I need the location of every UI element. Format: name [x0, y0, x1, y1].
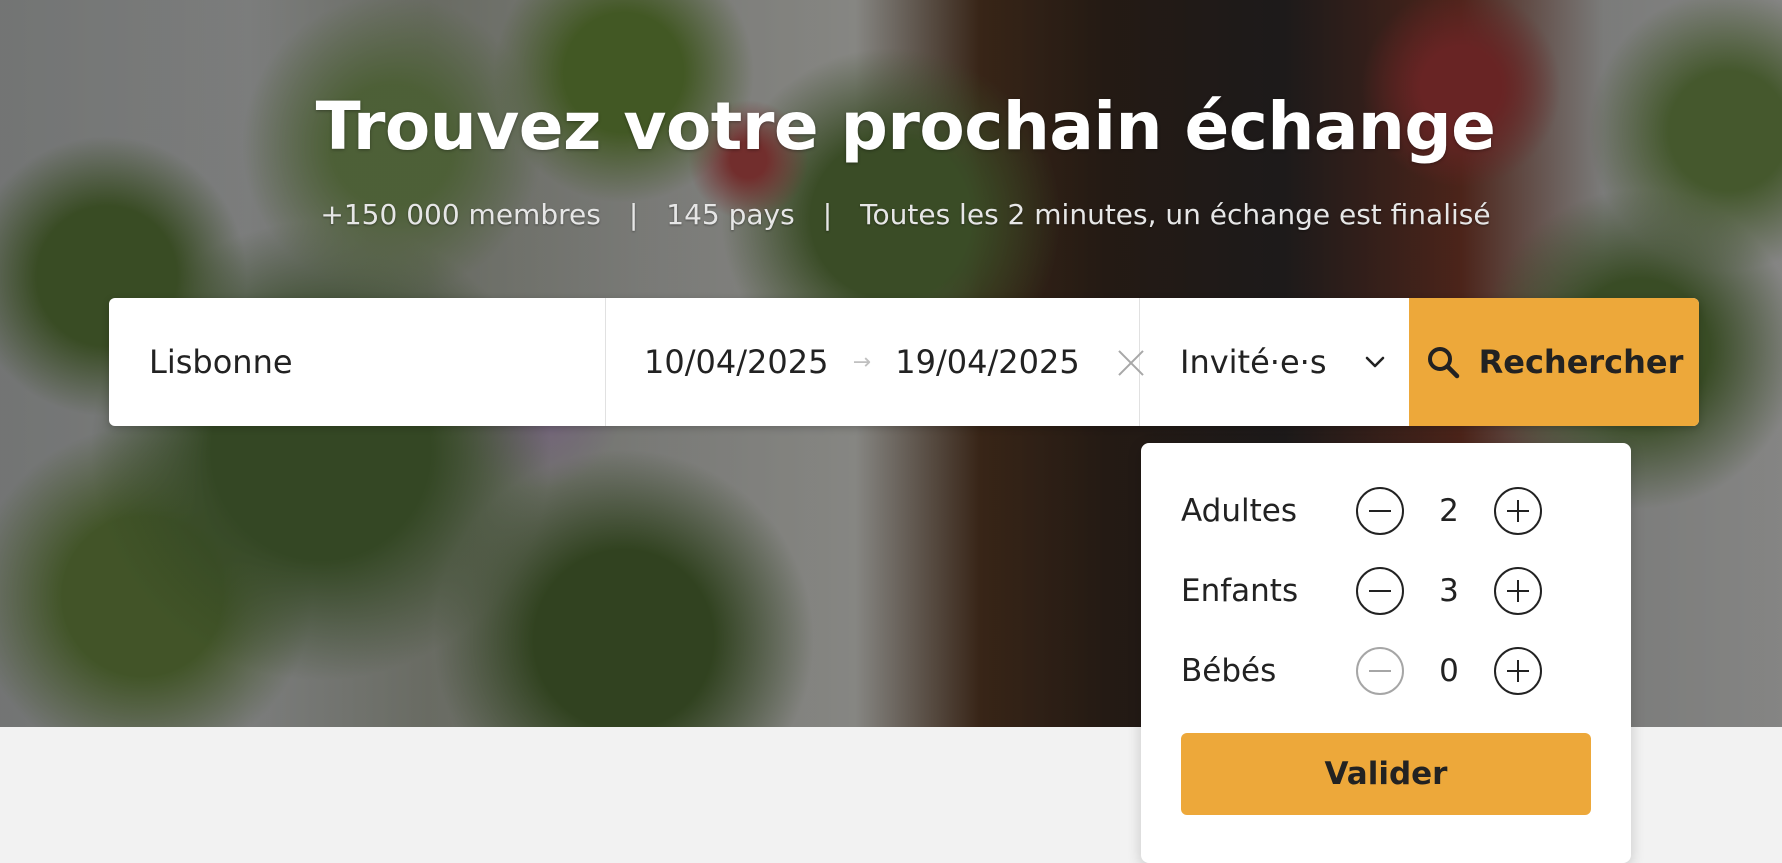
end-date[interactable]: 19/04/2025	[895, 343, 1079, 381]
guest-label-children: Enfants	[1181, 573, 1299, 609]
stat-exchange-rate: Toutes les 2 minutes, un échange est fin…	[860, 198, 1491, 231]
babies-increment-button[interactable]	[1494, 647, 1542, 695]
guest-row-babies: Bébés 0	[1181, 643, 1591, 699]
children-count: 3	[1439, 573, 1459, 609]
destination-value: Lisbonne	[149, 343, 293, 381]
guest-row-adults: Adultes 2	[1181, 483, 1591, 539]
adults-decrement-button[interactable]	[1356, 487, 1404, 535]
guests-dropdown[interactable]: Invité·e·s	[1140, 298, 1409, 426]
search-icon	[1427, 347, 1459, 379]
clear-dates-icon[interactable]	[1114, 345, 1139, 379]
chevron-down-icon	[1366, 356, 1385, 368]
adults-increment-button[interactable]	[1494, 487, 1542, 535]
hero-title: Trouvez votre prochain échange	[315, 88, 1496, 165]
stat-separator: |	[822, 198, 833, 231]
guest-label-adults: Adultes	[1181, 493, 1297, 529]
guests-label: Invité·e·s	[1180, 343, 1327, 381]
stat-separator: |	[628, 198, 639, 231]
children-increment-button[interactable]	[1494, 567, 1542, 615]
date-range-picker[interactable]: 10/04/2025 → 19/04/2025	[606, 298, 1140, 426]
destination-input[interactable]: Lisbonne	[109, 298, 606, 426]
children-decrement-button[interactable]	[1356, 567, 1404, 615]
stat-countries: 145 pays	[666, 198, 795, 231]
start-date[interactable]: 10/04/2025	[644, 343, 828, 381]
guest-row-children: Enfants 3	[1181, 563, 1591, 619]
babies-decrement-button[interactable]	[1356, 647, 1404, 695]
search-bar: Lisbonne 10/04/2025 → 19/04/2025 Invité·…	[109, 298, 1699, 426]
search-button-label: Rechercher	[1478, 343, 1684, 381]
validate-button[interactable]: Valider	[1181, 733, 1591, 815]
guests-panel: Adultes 2 Enfants 3 Bébés 0 Valider	[1141, 443, 1631, 863]
stat-members: +150 000 membres	[320, 198, 601, 231]
arrow-right-icon: →	[852, 349, 872, 375]
adults-count: 2	[1439, 493, 1459, 529]
babies-count: 0	[1439, 653, 1459, 689]
search-button[interactable]: Rechercher	[1409, 298, 1699, 426]
guest-label-babies: Bébés	[1181, 653, 1277, 689]
hero-stats: +150 000 membres | 145 pays | Toutes les 2 m…	[0, 198, 1782, 231]
